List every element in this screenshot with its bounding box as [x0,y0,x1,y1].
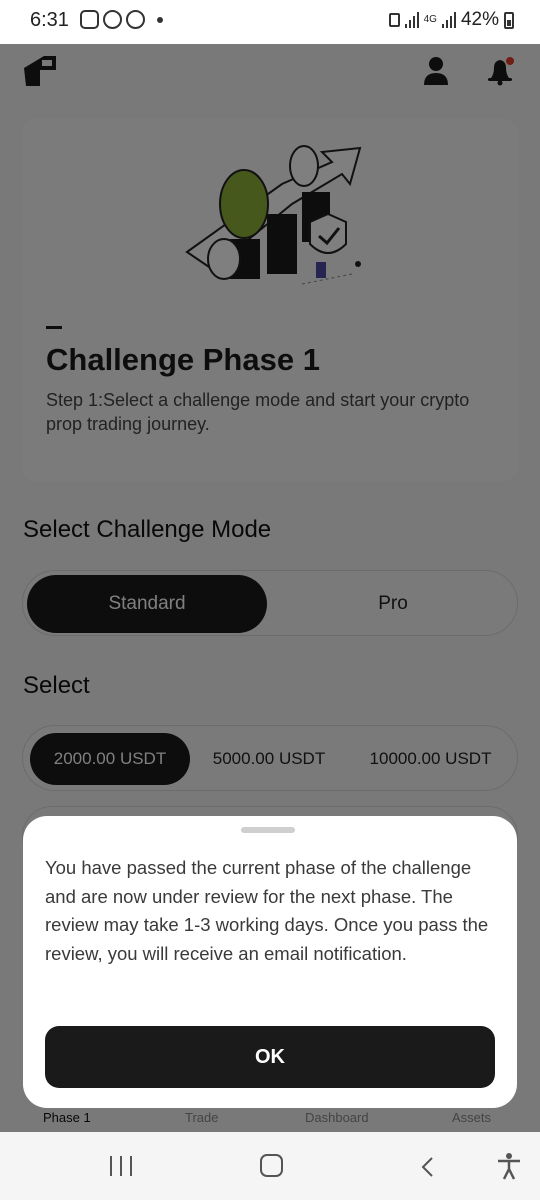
ok-button[interactable]: OK [45,1026,495,1088]
status-bar: 6:31 4G 42% [0,0,540,44]
battery-percent: 42% [460,9,499,30]
accessibility-icon[interactable] [496,1152,522,1180]
signal-icon-2 [441,12,456,28]
drag-handle[interactable] [241,827,295,833]
instagram-icon [80,10,99,29]
notification-icons [80,10,163,29]
status-right: 4G 42% [388,9,514,31]
status-time: 6:31 [30,9,69,31]
whatsapp-icon [103,10,122,29]
review-message: You have passed the current phase of the… [45,857,489,964]
review-bottom-sheet: You have passed the current phase of the… [23,816,517,1108]
recent-apps-icon[interactable] [110,1156,132,1176]
home-icon[interactable] [260,1154,283,1177]
battery-icon [504,11,514,29]
network-type: 4G [423,14,437,25]
lock-icon [388,13,400,27]
back-icon[interactable] [417,1156,439,1178]
messenger-icon [126,10,145,29]
signal-icon [404,12,419,28]
more-notifications-dot [157,16,163,23]
system-nav-bar [0,1132,540,1200]
